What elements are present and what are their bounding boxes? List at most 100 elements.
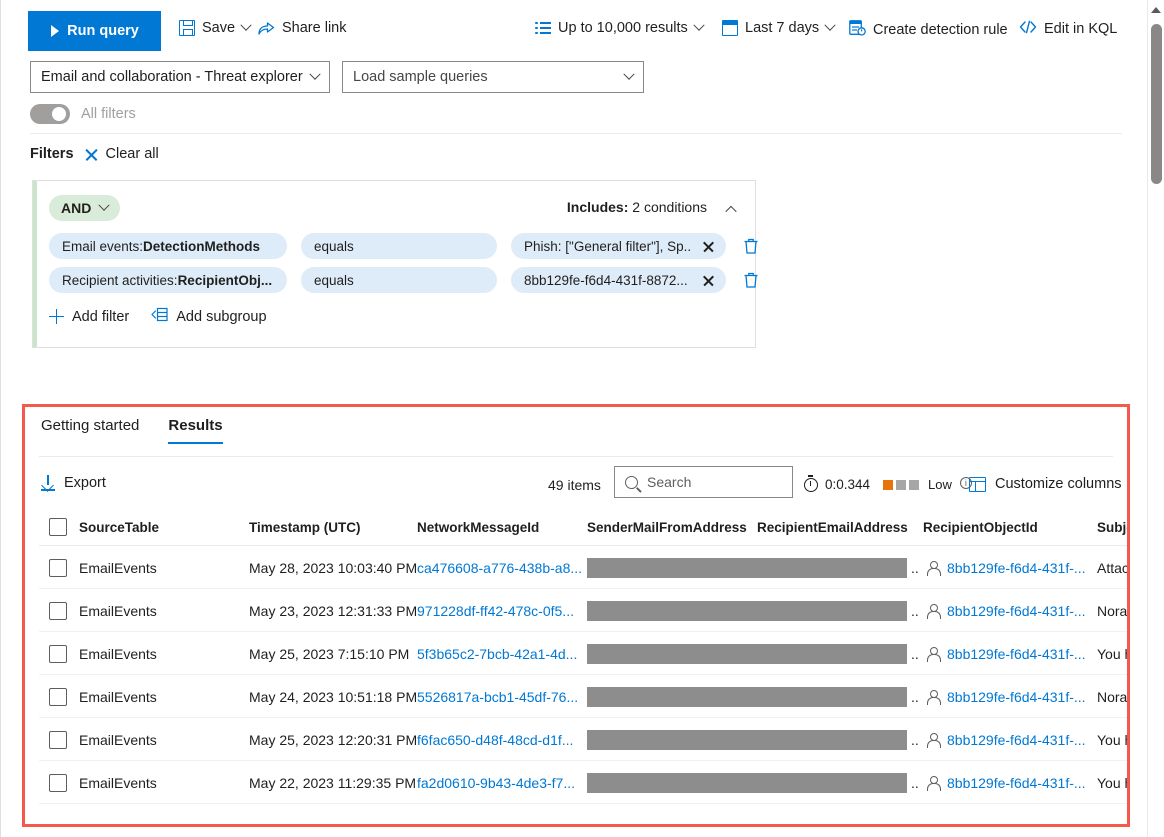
tabs-divider (39, 456, 1113, 457)
filter-operator-chip[interactable]: equals (301, 267, 497, 293)
filter-field-prefix: Email events: (62, 238, 144, 254)
tab-results[interactable]: Results (168, 417, 223, 444)
clear-condition-button[interactable] (690, 267, 726, 293)
query-duration: 0:0.344 (825, 477, 871, 492)
row-checkbox[interactable] (49, 558, 67, 577)
usage-bar-empty (909, 479, 920, 490)
row-checkbox[interactable] (49, 687, 67, 706)
cell-networkmessageid-link[interactable]: 5f3b65c2-7bcb-42a1-4d... (417, 632, 577, 675)
list-icon (535, 21, 551, 35)
load-sample-queries-dropdown[interactable]: Load sample queries (342, 61, 644, 93)
cell-recipientobjectid-link[interactable]: 8bb129fe-f6d4-431f-... (947, 732, 1086, 748)
results-limit-button[interactable]: Up to 10,000 results (535, 19, 705, 36)
plus-icon (49, 309, 64, 324)
delete-condition-button[interactable] (740, 235, 762, 257)
search-icon (625, 475, 638, 489)
cell-sendermailfromaddress-redacted (587, 546, 907, 589)
table-row[interactable]: EmailEvents May 24, 2023 10:51:18 PM 552… (25, 675, 1127, 718)
run-query-button[interactable]: Run query (28, 11, 161, 51)
table-row[interactable]: EmailEvents May 25, 2023 12:20:31 PM f6f… (25, 718, 1127, 761)
select-all-checkbox-cell (49, 508, 67, 546)
cell-sendermailfromaddress-redacted (587, 761, 907, 804)
export-button[interactable]: Export (41, 475, 106, 491)
filter-field-chip[interactable]: Email events: DetectionMethods (49, 233, 287, 259)
detection-rule-icon (849, 20, 866, 40)
share-link-button[interactable]: Share link (258, 20, 346, 36)
query-scope-value: Email and collaboration - Threat explore… (41, 69, 303, 85)
save-button[interactable]: Save (179, 19, 252, 36)
cell-recipientobjectid-link[interactable]: 8bb129fe-f6d4-431f-... (947, 775, 1086, 791)
time-range-button[interactable]: Last 7 days (722, 19, 836, 36)
clear-all-filters-button[interactable]: Clear all (84, 146, 159, 162)
filter-field-chip[interactable]: Recipient activities: RecipientObj... (49, 267, 287, 293)
column-header-sendermailfromaddress[interactable]: SenderMailFromAddress (587, 508, 747, 546)
edit-in-kql-button[interactable]: Edit in KQL (1019, 20, 1117, 38)
cell-sourcetable: EmailEvents (79, 774, 157, 791)
search-input[interactable]: Search (614, 466, 793, 498)
cell-recipientemailaddress: .. (911, 645, 919, 662)
add-subgroup-button[interactable]: Add subgroup (151, 307, 267, 326)
resource-usage-label: Low (928, 477, 952, 492)
cell-networkmessageid-link[interactable]: fa2d0610-9b43-4de3-f7... (417, 761, 575, 804)
cell-timestamp: May 24, 2023 10:51:18 PM (249, 688, 418, 705)
query-scope-dropdown[interactable]: Email and collaboration - Threat explore… (30, 61, 330, 93)
cell-networkmessageid-link[interactable]: ca476608-a776-438b-a8... (417, 546, 582, 589)
cell-sendermailfromaddress-redacted (587, 675, 907, 718)
redaction-bar (587, 729, 907, 750)
scroll-up-arrow-icon[interactable] (1151, 7, 1161, 13)
page-scrollbar[interactable] (1147, 0, 1164, 837)
column-header-recipientemailaddress[interactable]: RecipientEmailAddress (757, 508, 908, 546)
results-toolbar: Export 49 items Search 0:0.344 Low i Cus… (25, 465, 1127, 507)
filter-value-chip[interactable]: 8bb129fe-f6d4-431f-8872... (511, 267, 703, 293)
table-row[interactable]: EmailEvents May 25, 2023 7:15:10 PM 5f3b… (25, 632, 1127, 675)
column-header-timestamp[interactable]: Timestamp (UTC) (249, 508, 361, 546)
cell-networkmessageid-link[interactable]: f6fac650-d48f-48cd-d1f... (417, 718, 573, 761)
columns-icon (969, 476, 986, 492)
cell-recipientemailaddress: .. (911, 688, 919, 705)
delete-condition-button[interactable] (740, 269, 762, 291)
cell-networkmessageid-link[interactable]: 971228df-ff42-478c-0f5... (417, 589, 574, 632)
cell-subject: You ha (1097, 774, 1127, 791)
cell-recipientobjectid-link[interactable]: 8bb129fe-f6d4-431f-... (947, 560, 1086, 576)
row-checkbox[interactable] (49, 730, 67, 749)
row-checkbox[interactable] (49, 644, 67, 663)
column-header-networkmessageid[interactable]: NetworkMessageId (417, 508, 539, 546)
cell-recipientemailaddress: .. (911, 559, 919, 576)
table-row[interactable]: EmailEvents May 22, 2023 11:29:35 PM fa2… (25, 761, 1127, 804)
cell-recipientobjectid-link[interactable]: 8bb129fe-f6d4-431f-... (947, 603, 1086, 619)
cell-sourcetable: EmailEvents (79, 645, 157, 662)
cell-networkmessageid-link[interactable]: 5526817a-bcb1-45df-76... (417, 675, 578, 718)
scrollbar-thumb[interactable] (1151, 24, 1162, 184)
filter-field-name: RecipientObj... (177, 272, 273, 288)
filter-operator-label: AND (61, 200, 92, 216)
filter-operator-chip[interactable]: equals (301, 233, 497, 259)
row-checkbox-cell (49, 675, 67, 718)
clear-condition-button[interactable] (690, 233, 726, 259)
person-icon (926, 603, 941, 619)
column-header-subject[interactable]: Subject (1097, 508, 1127, 546)
cell-recipientobjectid-link[interactable]: 8bb129fe-f6d4-431f-... (947, 689, 1086, 705)
add-filter-button[interactable]: Add filter (49, 309, 129, 325)
redaction-bar (587, 772, 907, 793)
select-all-checkbox[interactable] (49, 518, 67, 536)
resource-usage-bars (883, 479, 920, 490)
filter-value-chip[interactable]: Phish: ["General filter"], Sp... (511, 233, 703, 259)
create-detection-rule-button[interactable]: Create detection rule (849, 20, 1008, 40)
cell-timestamp: May 25, 2023 12:20:31 PM (249, 731, 418, 748)
all-filters-toggle[interactable] (30, 104, 70, 124)
cell-recipientobjectid: 8bb129fe-f6d4-431f-... (926, 675, 1086, 718)
table-row[interactable]: EmailEvents May 28, 2023 10:03:40 PM ca4… (25, 546, 1127, 589)
filter-condition-row: Recipient activities: RecipientObj... eq… (49, 267, 762, 293)
column-header-recipientobjectid[interactable]: RecipientObjectId (923, 508, 1038, 546)
column-header-sourcetable[interactable]: SourceTable (79, 508, 159, 546)
tab-getting-started[interactable]: Getting started (41, 417, 139, 444)
row-checkbox[interactable] (49, 601, 67, 620)
table-row[interactable]: EmailEvents May 23, 2023 12:31:33 PM 971… (25, 589, 1127, 632)
time-range-label: Last 7 days (745, 20, 820, 36)
cell-recipientobjectid-link[interactable]: 8bb129fe-f6d4-431f-... (947, 646, 1086, 662)
customize-columns-button[interactable]: Customize columns (969, 476, 1122, 492)
collapse-group-button[interactable] (725, 201, 737, 219)
subgroup-icon (151, 307, 168, 326)
row-checkbox[interactable] (49, 773, 67, 792)
filter-operator-dropdown[interactable]: AND (49, 195, 121, 221)
